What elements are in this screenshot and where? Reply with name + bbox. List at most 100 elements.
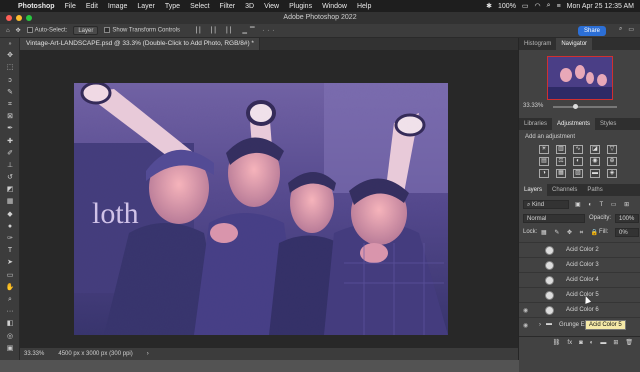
menu-edit[interactable]: Edit (81, 3, 103, 10)
pen-tool-icon[interactable]: ✑ (0, 233, 20, 245)
navigator-thumbnail[interactable] (547, 56, 613, 100)
layer-row[interactable]: ◉ Acid Color 6 (519, 302, 640, 317)
frame-tool-icon[interactable]: ⊠ (0, 111, 20, 123)
menu-window[interactable]: Window (317, 3, 352, 10)
search-icon[interactable]: ⌕ (547, 2, 551, 10)
gradient-map-icon[interactable]: ▬ (590, 169, 600, 178)
quick-select-tool-icon[interactable]: ✎ (0, 87, 20, 99)
battery-icon[interactable]: ▭ (522, 2, 529, 10)
threshold-icon[interactable]: ▨ (573, 169, 583, 178)
dodge-tool-icon[interactable]: ● (0, 221, 20, 233)
tab-histogram[interactable]: Histogram (519, 38, 556, 50)
visibility-eye-icon[interactable]: ◉ (523, 322, 528, 329)
move-tool-icon[interactable]: ✥ (16, 27, 21, 34)
layer-row[interactable]: Acid Color 4 (519, 272, 640, 287)
marquee-tool-icon[interactable]: ⬚ (0, 62, 20, 74)
menu-filter[interactable]: Filter (215, 3, 241, 10)
wifi-icon[interactable]: ◠ (535, 2, 541, 10)
bluetooth-icon[interactable]: ✱ (486, 2, 492, 10)
type-tool-icon[interactable]: T (0, 245, 20, 257)
color-balance-icon[interactable]: ⚖ (556, 157, 566, 166)
zoom-window-button[interactable] (26, 15, 32, 21)
menu-type[interactable]: Type (160, 3, 185, 10)
tab-styles[interactable]: Styles (595, 118, 621, 130)
blend-mode-dropdown[interactable]: Normal (523, 214, 585, 223)
black-white-icon[interactable]: ◐ (573, 157, 583, 166)
show-transform-toggle[interactable]: Show Transform Controls (104, 27, 180, 34)
menu-select[interactable]: Select (185, 3, 214, 10)
layer-name[interactable]: Acid Color 6 (566, 307, 599, 313)
gradient-tool-icon[interactable]: ▦ (0, 196, 20, 208)
fill-input[interactable]: 0% (615, 228, 639, 237)
posterize-icon[interactable]: ▦ (556, 169, 566, 178)
new-layer-icon[interactable]: ⊞ (613, 337, 618, 348)
navigator-zoom[interactable]: 33.33% (523, 103, 543, 109)
home-icon[interactable]: ⌂ (6, 28, 10, 34)
eraser-tool-icon[interactable]: ◩ (0, 184, 20, 196)
navigator-zoom-slider[interactable] (553, 104, 617, 109)
blur-tool-icon[interactable]: ◆ (0, 209, 20, 221)
document-tab[interactable]: Vintage-Art-LANDSCAPE.psd @ 33.3% (Doubl… (20, 38, 260, 50)
workspace-icon[interactable]: ▭ (628, 26, 634, 33)
new-group-icon[interactable]: ▬ (600, 337, 606, 348)
crop-tool-icon[interactable]: ⌗ (0, 99, 20, 111)
new-adjustment-icon[interactable]: ◐ (590, 337, 594, 348)
menu-help[interactable]: Help (352, 3, 376, 10)
zoom-tool-icon[interactable]: ⌕ (0, 294, 20, 306)
delete-layer-icon[interactable]: 🗑 (625, 337, 633, 348)
menu-view[interactable]: View (259, 3, 284, 10)
link-layers-icon[interactable]: ⛓ (553, 337, 561, 348)
layer-row[interactable]: Acid Color 3 (519, 257, 640, 272)
search-icon[interactable]: ⌕ (619, 26, 622, 33)
document-image[interactable]: loth (74, 83, 448, 335)
screen-mode-icon[interactable]: ▣ (0, 343, 20, 355)
move-tool-icon[interactable]: ✥ (0, 50, 20, 62)
layer-filter-icons[interactable]: ▣ ◐ T ▭ ⊞ (575, 201, 632, 208)
photo-filter-icon[interactable]: ◉ (590, 157, 600, 166)
auto-select-checkbox[interactable] (26, 27, 33, 34)
align-icons[interactable]: ▕▏▕▏▕▏ ▁▔ ··· (192, 27, 277, 34)
auto-select-toggle[interactable]: Auto-Select: (26, 27, 67, 34)
tab-paths[interactable]: Paths (582, 184, 607, 196)
visibility-eye-icon[interactable]: ◉ (523, 307, 528, 314)
brightness-contrast-icon[interactable]: ☀ (539, 145, 549, 154)
tab-navigator[interactable]: Navigator (556, 38, 593, 50)
tab-libraries[interactable]: Libraries (519, 118, 552, 130)
layer-filter-dropdown[interactable]: ⌕ Kind (523, 200, 569, 209)
tab-layers[interactable]: Layers (519, 184, 548, 196)
menu-plugins[interactable]: Plugins (284, 3, 317, 10)
lasso-tool-icon[interactable]: ↄ (0, 75, 20, 87)
layer-name[interactable]: Acid Color 4 (566, 277, 599, 283)
clock[interactable]: Mon Apr 25 12:35 AM (567, 3, 634, 10)
layer-row[interactable]: Acid Color 5 (519, 287, 640, 302)
color-swatches-icon[interactable]: ◧ (0, 318, 20, 330)
hue-saturation-icon[interactable]: ▤ (539, 157, 549, 166)
rectangle-tool-icon[interactable]: ▭ (0, 270, 20, 282)
tab-adjustments[interactable]: Adjustments (552, 118, 596, 130)
hand-tool-icon[interactable]: ✋ (0, 282, 20, 294)
menu-file[interactable]: File (60, 3, 81, 10)
share-button[interactable]: Share (577, 26, 606, 36)
layer-name[interactable]: Acid Color 3 (566, 262, 599, 268)
quick-mask-icon[interactable]: ◎ (0, 331, 20, 343)
auto-select-dropdown[interactable]: Layer (73, 26, 99, 35)
menu-image[interactable]: Image (103, 3, 132, 10)
exposure-icon[interactable]: ◪ (590, 145, 600, 154)
layer-style-icon[interactable]: fx (567, 337, 572, 348)
layer-name[interactable]: Acid Color 2 (566, 247, 599, 253)
collapse-tools-icon[interactable]: » (0, 38, 20, 50)
curves-icon[interactable]: ∿ (573, 145, 583, 154)
navigator-slider-knob[interactable] (573, 104, 578, 109)
add-mask-icon[interactable]: ◙ (579, 337, 583, 348)
menu-app-name[interactable]: Photoshop (13, 3, 60, 10)
lock-icons[interactable]: ▦ ✎ ✥ ⌗ 🔒 (541, 229, 601, 237)
more-tools-icon[interactable]: ··· (0, 306, 20, 318)
brush-tool-icon[interactable]: ✐ (0, 148, 20, 160)
status-arrow-icon[interactable]: › (147, 348, 149, 360)
show-transform-checkbox[interactable] (104, 27, 111, 34)
selective-color-icon[interactable]: ◈ (607, 169, 617, 178)
channel-mixer-icon[interactable]: ⊕ (607, 157, 617, 166)
history-brush-icon[interactable]: ↺ (0, 172, 20, 184)
invert-icon[interactable]: ◑ (539, 169, 549, 178)
clone-stamp-icon[interactable]: ⊥ (0, 160, 20, 172)
